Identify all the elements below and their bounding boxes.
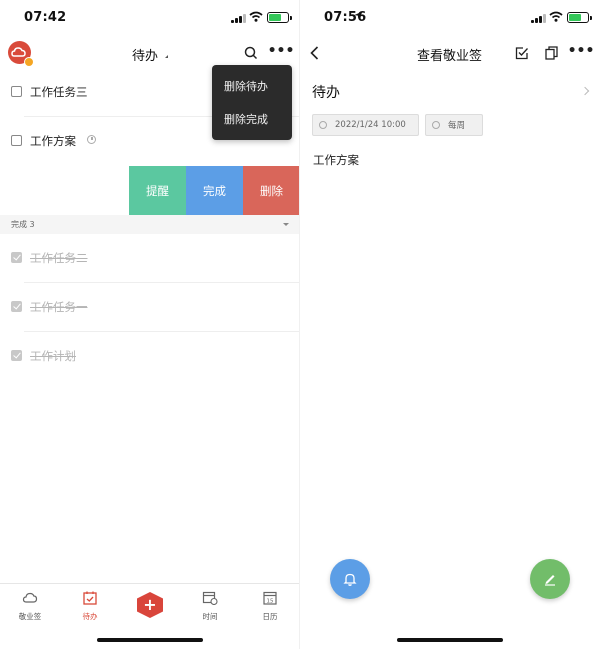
page-title-text: 待办 <box>132 49 159 64</box>
more-button[interactable]: ••• <box>568 41 595 61</box>
todo-icon <box>83 591 97 605</box>
todo-checkbox-checked[interactable] <box>11 350 22 361</box>
page-title: 查看敬业签 <box>417 49 483 64</box>
cellular-signal-icon <box>531 13 546 23</box>
repeat-text: 每周 <box>448 121 466 131</box>
check-square-icon <box>515 47 528 60</box>
todo-label: 工作任务一 <box>30 300 88 314</box>
swipe-actions: 提醒 完成 删除 <box>129 166 300 215</box>
collapse-arrow-icon <box>283 223 289 226</box>
reminder-date-chip[interactable]: 2022/1/24 10:00 <box>312 114 419 136</box>
copy-button[interactable] <box>543 45 559 61</box>
battery-icon <box>267 12 292 23</box>
cellular-signal-icon <box>231 13 246 23</box>
status-bar: 07:42 <box>0 0 300 36</box>
todo-label: 工作任务三 <box>30 85 88 99</box>
todo-checkbox-checked[interactable] <box>11 252 22 263</box>
note-detail-screen: 07:56 查看敬业签 ••• 待办 2022/1/24 10:00 每周 工作… <box>300 0 598 649</box>
mark-done-button[interactable] <box>514 45 530 61</box>
dropdown-caret-icon <box>165 55 169 58</box>
chevron-left-icon <box>309 46 318 60</box>
more-icon: ••• <box>567 43 595 59</box>
search-button[interactable] <box>243 45 259 61</box>
todo-label: 工作任务二 <box>30 251 88 265</box>
bell-icon <box>343 573 357 586</box>
repeat-icon <box>432 121 440 129</box>
completed-todo-item[interactable]: 工作计划 <box>0 332 300 381</box>
todo-label: 工作方案 <box>30 134 76 148</box>
add-button[interactable]: + <box>137 592 163 618</box>
chevron-right-icon[interactable] <box>580 86 590 96</box>
reminder-date-text: 2022/1/24 10:00 <box>335 120 406 130</box>
calendar-day-number: 15 <box>267 599 274 605</box>
status-time: 07:42 <box>24 10 67 25</box>
category-title[interactable]: 待办 <box>312 82 340 102</box>
tab-label: 时间 <box>202 612 218 621</box>
repeat-chip[interactable]: 每周 <box>425 114 483 136</box>
completed-count-label: 完成 3 <box>11 220 35 229</box>
more-button[interactable]: ••• <box>268 41 295 61</box>
edit-fab[interactable] <box>530 559 570 599</box>
bottom-tab-bar: 敬业签 待办 + 时间 15 日历 <box>0 583 300 633</box>
tab-jingyeqian[interactable]: 敬业签 <box>5 584 55 624</box>
copy-icon <box>544 46 558 60</box>
menu-item-delete-todo[interactable]: 删除待办 <box>224 78 268 94</box>
wifi-icon <box>549 11 563 22</box>
completed-todo-item[interactable]: 工作任务一 <box>0 283 300 332</box>
search-icon <box>244 46 258 60</box>
time-icon <box>202 591 218 605</box>
status-bar: 07:56 <box>300 0 598 36</box>
reminder-fab[interactable] <box>330 559 370 599</box>
complete-button[interactable]: 完成 <box>186 166 243 215</box>
wifi-icon <box>249 11 263 22</box>
completed-section-header[interactable]: 完成 3 <box>0 215 300 234</box>
note-content: 工作方案 <box>313 153 359 167</box>
todo-label: 工作计划 <box>30 349 76 363</box>
calendar-icon: 15 <box>263 591 277 605</box>
home-indicator <box>97 638 203 642</box>
avatar[interactable] <box>8 41 34 67</box>
plus-icon: + <box>143 595 157 614</box>
page-title[interactable]: 待办 <box>132 45 169 64</box>
back-button[interactable] <box>306 44 322 62</box>
tab-calendar[interactable]: 15 日历 <box>245 584 295 624</box>
tab-label: 敬业签 <box>18 612 42 621</box>
todo-list-screen: 07:42 待办 ••• 工作任务三 工作方案 提醒 完成 删除 完成 3 工作… <box>0 0 300 649</box>
battery-icon <box>567 12 592 23</box>
more-menu: 删除待办 删除完成 <box>212 65 292 140</box>
delete-button[interactable]: 删除 <box>243 166 300 215</box>
cloud-icon <box>22 592 38 603</box>
todo-checkbox-checked[interactable] <box>11 301 22 312</box>
tab-label: 日历 <box>262 612 278 621</box>
badge-star-icon <box>24 57 34 67</box>
menu-item-delete-done[interactable]: 删除完成 <box>224 111 268 127</box>
tab-todo[interactable]: 待办 <box>65 584 115 624</box>
clock-icon <box>319 121 327 129</box>
completed-todo-item[interactable]: 工作任务二 <box>0 234 300 283</box>
location-arrow-icon <box>354 11 363 20</box>
pencil-icon <box>545 575 555 586</box>
remind-button[interactable]: 提醒 <box>129 166 186 215</box>
tab-time[interactable]: 时间 <box>185 584 235 624</box>
reminder-clock-icon <box>87 135 96 144</box>
todo-checkbox[interactable] <box>11 86 22 97</box>
todo-checkbox[interactable] <box>11 135 22 146</box>
home-indicator <box>397 638 503 642</box>
top-nav-bar: 查看敬业签 ••• <box>300 36 598 70</box>
more-icon: ••• <box>267 43 295 59</box>
tab-label: 待办 <box>82 612 98 621</box>
